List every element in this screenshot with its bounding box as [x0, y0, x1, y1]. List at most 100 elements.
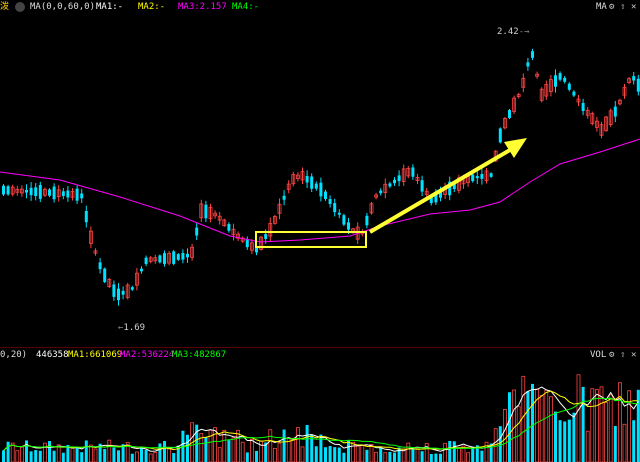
volume-bar-down: [508, 392, 511, 462]
candle-body-down: [393, 179, 396, 184]
candle-body-down: [264, 234, 268, 239]
ma1-label: MA1:-: [96, 2, 124, 12]
candle-body-down: [52, 186, 56, 200]
main-indicator-bar: 泼 MA(0,0,60,0) MA1:- MA2:- MA3:2.157 MA4…: [0, 0, 640, 14]
candle-body-down: [324, 191, 327, 200]
volume-bar-up: [466, 452, 471, 462]
volume-bar-down: [567, 419, 571, 462]
volume-bar-down: [388, 451, 392, 462]
candle-body-down: [172, 251, 176, 264]
volume-bar-down: [112, 447, 116, 462]
volume-chart[interactable]: [0, 362, 640, 462]
candle-body-down: [48, 189, 51, 196]
volume-bar-down: [158, 443, 162, 462]
candle-body-down: [80, 193, 84, 199]
candle-body-down: [489, 173, 493, 177]
candle-body-down: [379, 190, 383, 194]
volume-bar-down: [393, 452, 396, 462]
volume-bar-down: [632, 420, 636, 462]
candle-body-down: [121, 290, 125, 295]
candle-body-down: [176, 254, 180, 260]
candle-body-down: [475, 176, 479, 179]
volume-bar-up: [167, 448, 172, 462]
candle-body-down: [186, 253, 189, 258]
volume-bar-up: [277, 442, 282, 462]
candle-body-down: [388, 183, 392, 187]
candle-body-down: [2, 185, 5, 195]
low-price-label: 1.69: [123, 323, 146, 333]
candle-body-down: [84, 211, 88, 223]
candle-body-down: [342, 215, 346, 225]
vol-params-label[interactable]: 0,20): [0, 348, 27, 362]
gear-icon[interactable]: ⚙: [609, 348, 614, 362]
volume-bar-up: [107, 439, 112, 462]
volume-bar-down: [526, 391, 530, 462]
volume-bar-up: [291, 437, 296, 462]
volume-bar-up: [295, 427, 300, 462]
volume-bar-down: [25, 440, 28, 462]
volume-bar-down: [531, 383, 534, 462]
volume-bar-down: [2, 450, 5, 462]
volume-bar-down: [38, 450, 42, 462]
volume-bar-down: [6, 441, 10, 462]
volume-bar-down: [554, 411, 557, 462]
ma4-label: MA4:-: [232, 2, 260, 12]
candle-body-down: [29, 187, 33, 196]
candle-body-down: [471, 174, 475, 182]
dot-menu-icon[interactable]: [15, 2, 25, 12]
vol-ma2-label: MA2:536224: [120, 350, 175, 360]
volume-bar-up: [369, 444, 374, 462]
indicator-params-label[interactable]: MA(0,0,60,0): [30, 0, 95, 14]
candle-body-down: [558, 73, 562, 80]
candle-body-down: [158, 255, 162, 263]
candlestick-chart[interactable]: [0, 14, 640, 348]
up-arrow-icon[interactable]: ⇧: [620, 348, 625, 362]
volume-bar-up: [618, 382, 622, 462]
volume-bar-down: [144, 449, 148, 462]
volume-bar-down: [498, 426, 502, 462]
volume-bar-up: [351, 441, 356, 462]
candle-body-down: [567, 83, 571, 90]
candle-body-down: [282, 195, 286, 200]
volume-bar-up: [549, 396, 553, 462]
volume-bar-down: [333, 447, 337, 462]
volume-bar-up: [406, 442, 411, 462]
volume-bar-up: [415, 447, 420, 462]
volume-bar-down: [471, 446, 475, 462]
volume-bar-up: [134, 451, 139, 462]
candle-body-down: [140, 268, 143, 272]
vol-value: 446358: [36, 350, 69, 360]
ma3-label: MA3:2.157: [178, 2, 227, 12]
volume-bar-down: [48, 441, 51, 462]
candle-body-down: [333, 203, 337, 213]
up-arrow-icon[interactable]: ⇧: [620, 0, 625, 14]
trend-arrow-shaft: [368, 145, 517, 234]
candle-body-down: [508, 110, 511, 118]
candle-body-down: [328, 199, 332, 204]
trend-arrow-head: [504, 138, 527, 158]
volume-bar-down: [397, 447, 401, 462]
close-icon[interactable]: ✕: [631, 348, 636, 362]
candle-body-down: [112, 284, 116, 297]
candle-body-down: [255, 247, 258, 253]
volume-bar-down: [337, 447, 341, 462]
volume-bar-down: [429, 453, 433, 462]
volume-bar-up: [236, 429, 241, 462]
volume-bar-down: [84, 440, 88, 462]
volume-bar-down: [365, 449, 369, 462]
volume-bar-down: [61, 452, 65, 462]
volume-bar-down: [572, 412, 576, 462]
volume-bar-up: [544, 389, 549, 462]
volume-bar-down: [80, 452, 84, 462]
close-icon[interactable]: ✕: [631, 0, 636, 14]
candle-body-down: [195, 227, 199, 236]
volume-bar-up: [148, 453, 153, 462]
candle-body-down: [98, 262, 102, 270]
volume-bar-down: [324, 447, 327, 462]
candle-body-down: [636, 78, 640, 92]
volume-bar-down: [227, 440, 231, 462]
gear-icon[interactable]: ⚙: [609, 0, 614, 14]
candle-body-down: [563, 77, 567, 82]
ma2-label: MA2:-: [138, 2, 166, 12]
candle-body-down: [498, 128, 502, 143]
